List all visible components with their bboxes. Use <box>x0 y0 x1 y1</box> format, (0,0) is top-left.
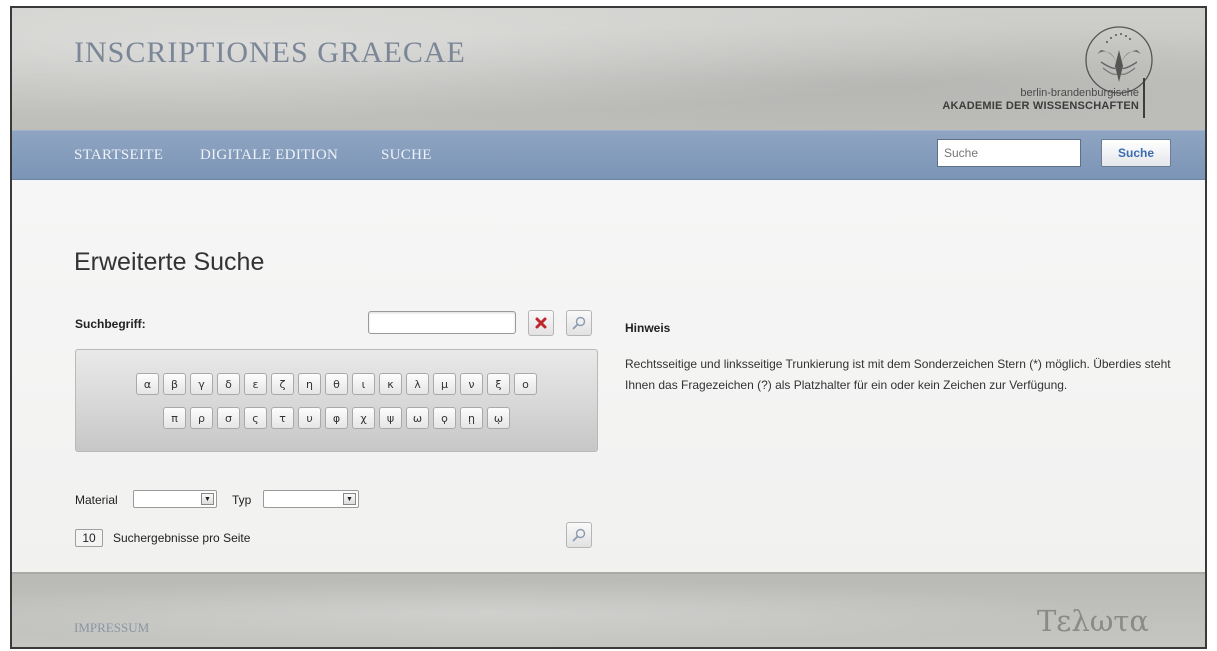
key-zeta[interactable]: ζ <box>271 373 294 395</box>
type-select[interactable]: ▼ <box>263 490 359 508</box>
key-mu[interactable]: μ <box>433 373 456 395</box>
key-iota[interactable]: ι <box>352 373 375 395</box>
key-omega[interactable]: ω <box>406 407 429 429</box>
advanced-search-panel: Erweiterte Suche Suchbegriff: α β γ δ ε … <box>12 180 1205 572</box>
impressum-link[interactable]: IMPRESSUM <box>74 620 149 636</box>
nav-item-startseite[interactable]: STARTSEITE <box>74 147 163 164</box>
key-eta[interactable]: η <box>298 373 321 395</box>
hint-text: Rechtsseitige und linksseitige Trunkieru… <box>625 357 1171 392</box>
material-select[interactable]: ▼ <box>133 490 217 508</box>
close-icon <box>535 317 547 329</box>
key-final-sigma[interactable]: ς <box>244 407 267 429</box>
keyboard-row-1: α β γ δ ε ζ η θ ι κ λ μ ν ξ ο <box>76 373 597 395</box>
key-xi[interactable]: ξ <box>487 373 510 395</box>
magnifier-icon <box>572 528 586 542</box>
key-rho[interactable]: ρ <box>190 407 213 429</box>
key-omicron[interactable]: ο <box>514 373 537 395</box>
key-upsilon[interactable]: υ <box>298 407 321 429</box>
page-title: Erweiterte Suche <box>74 248 265 276</box>
academy-name-line2: AKADEMIE DER WISSENSCHAFTEN <box>942 100 1139 112</box>
key-beta[interactable]: β <box>163 373 186 395</box>
academy-logo[interactable]: berlin-brandenburgische AKADEMIE DER WIS… <box>931 24 1161 124</box>
key-chi[interactable]: χ <box>352 407 375 429</box>
key-tau[interactable]: τ <box>271 407 294 429</box>
page-frame: INSCRIPTIONES GRAECAE berlin-brandenburg… <box>10 6 1207 649</box>
key-koppa[interactable]: ϙ <box>433 407 456 429</box>
chevron-down-icon: ▼ <box>343 493 356 505</box>
search-term-input[interactable] <box>368 311 516 334</box>
academy-name-line1: berlin-brandenburgische <box>1020 87 1139 99</box>
nav-search-input[interactable] <box>937 139 1081 167</box>
chevron-down-icon: ▼ <box>201 493 214 505</box>
magnifier-icon <box>572 316 586 330</box>
material-label: Material <box>75 493 118 507</box>
key-theta[interactable]: θ <box>325 373 348 395</box>
nav-item-digitale-edition[interactable]: DIGITALE EDITION <box>200 147 338 164</box>
keyboard-row-2: π ρ σ ς τ υ φ χ ψ ω ϙ ῃ ῳ <box>76 407 597 429</box>
type-label: Typ <box>232 493 252 507</box>
key-nu[interactable]: ν <box>460 373 483 395</box>
hint-heading: Hinweis <box>625 321 671 335</box>
advanced-search-submit-button[interactable] <box>566 522 592 548</box>
key-lambda[interactable]: λ <box>406 373 429 395</box>
greek-keyboard: α β γ δ ε ζ η θ ι κ λ μ ν ξ ο π ρ σ ς τ … <box>75 349 598 452</box>
telota-logo[interactable]: Τελωτα <box>1037 604 1149 638</box>
key-epsilon[interactable]: ε <box>244 373 267 395</box>
search-term-label: Suchbegriff: <box>75 317 146 331</box>
key-psi[interactable]: ψ <box>379 407 402 429</box>
key-pi[interactable]: π <box>163 407 186 429</box>
site-footer: IMPRESSUM Τελωτα <box>12 572 1205 647</box>
academy-bar <box>1143 78 1145 118</box>
site-header: INSCRIPTIONES GRAECAE berlin-brandenburg… <box>12 8 1205 130</box>
results-per-page-input[interactable]: 10 <box>75 529 103 547</box>
results-per-page-label: Suchergebnisse pro Seite <box>113 531 251 545</box>
nav-item-suche[interactable]: SUCHE <box>381 147 432 164</box>
site-title[interactable]: INSCRIPTIONES GRAECAE <box>74 36 466 70</box>
main-navbar: STARTSEITE DIGITALE EDITION SUCHE Suche <box>12 130 1205 180</box>
nav-search-button[interactable]: Suche <box>1101 139 1171 167</box>
key-eta-iota-subscript[interactable]: ῃ <box>460 407 483 429</box>
key-delta[interactable]: δ <box>217 373 240 395</box>
key-omega-iota-subscript[interactable]: ῳ <box>487 407 510 429</box>
key-alpha[interactable]: α <box>136 373 159 395</box>
key-kappa[interactable]: κ <box>379 373 402 395</box>
key-phi[interactable]: φ <box>325 407 348 429</box>
clear-button[interactable] <box>528 310 554 336</box>
key-sigma[interactable]: σ <box>217 407 240 429</box>
key-gamma[interactable]: γ <box>190 373 213 395</box>
search-term-submit-button[interactable] <box>566 310 592 336</box>
